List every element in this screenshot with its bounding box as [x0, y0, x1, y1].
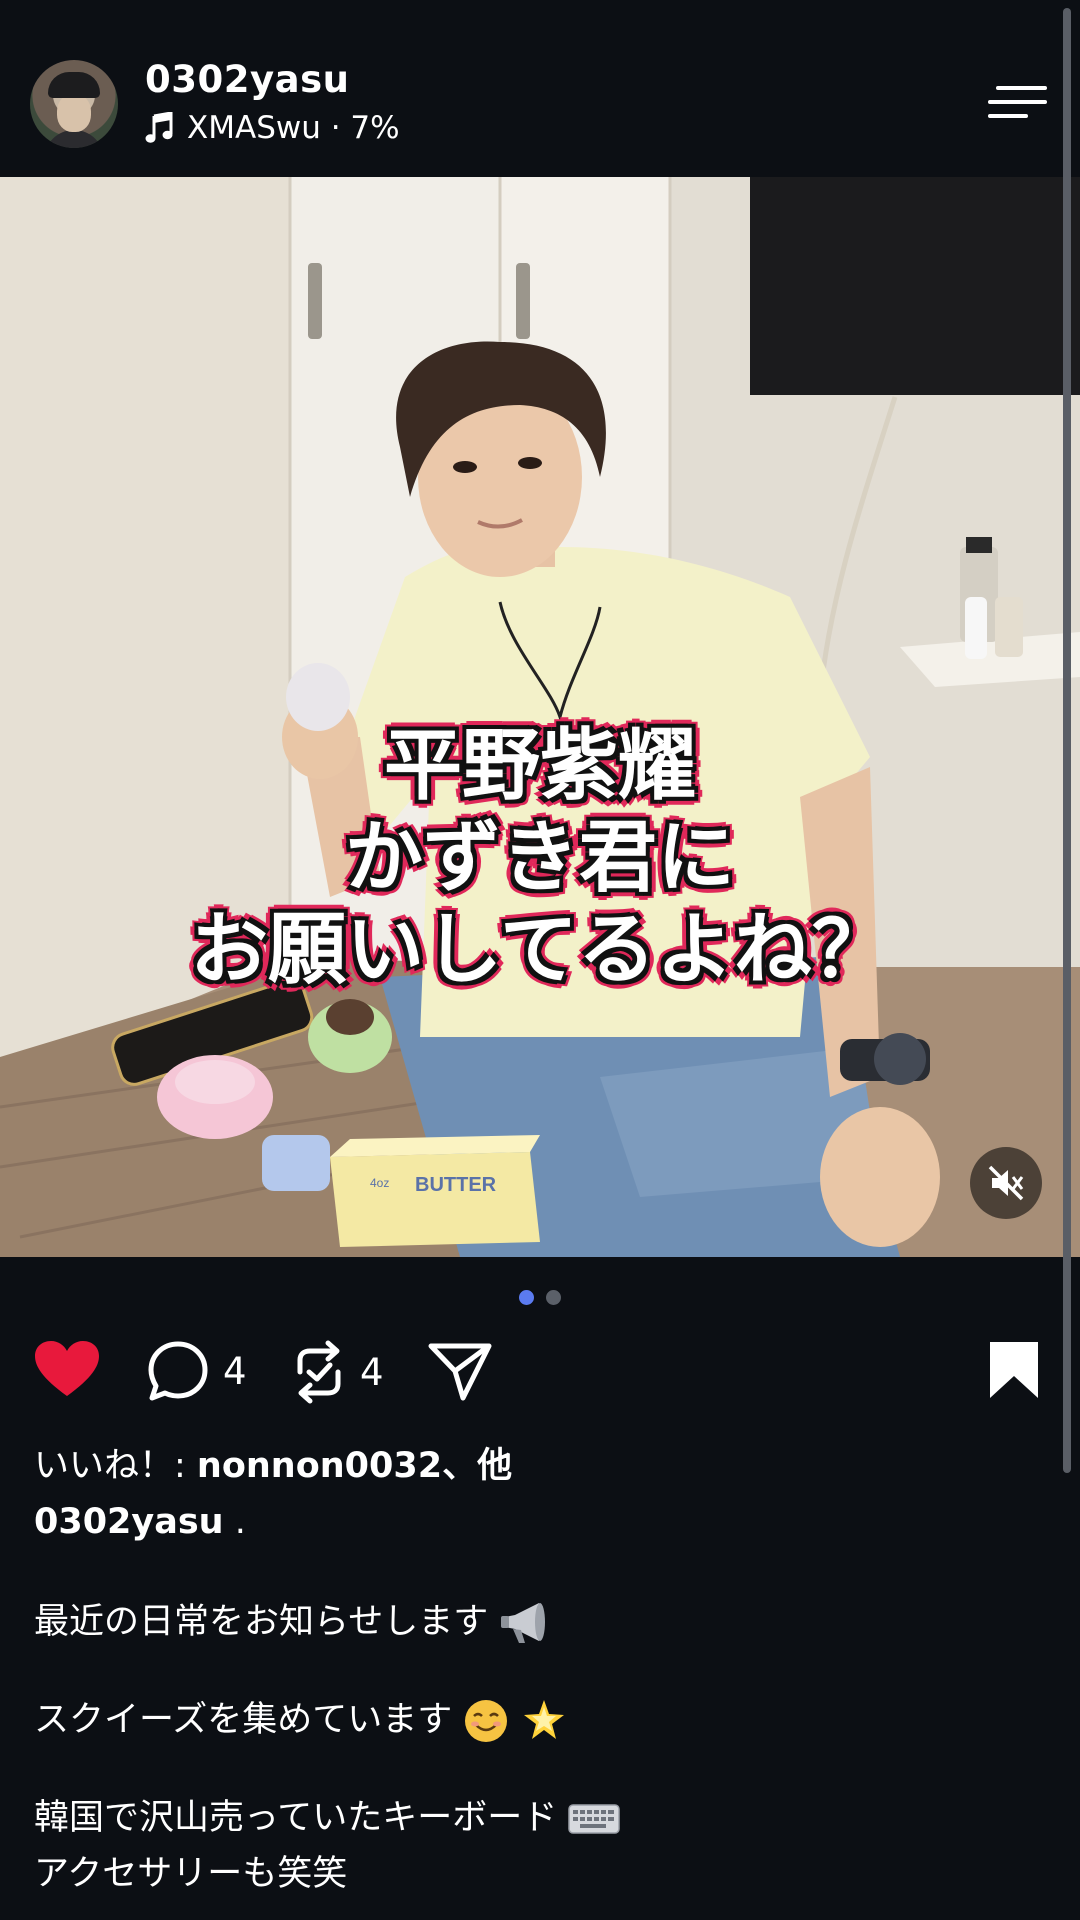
caption-line-1: 平野紫耀 — [383, 720, 696, 811]
liked-by-line[interactable]: いいね！: nonnon0032、他 — [34, 1438, 1034, 1494]
caption-line-2: かずき君に — [344, 812, 735, 904]
share-button[interactable] — [428, 1340, 492, 1402]
menu-icon[interactable] — [988, 84, 1048, 120]
post-text: いいね！: nonnon0032、他 0302yasu . 最近の日常をお知らせ… — [34, 1438, 1034, 1902]
caption-author[interactable]: 0302yasu — [34, 1502, 224, 1542]
mute-icon — [988, 1165, 1024, 1201]
mute-button[interactable] — [970, 1147, 1042, 1219]
carousel-dot — [546, 1290, 561, 1305]
music-note-icon — [145, 112, 173, 143]
liked-by-user[interactable]: nonnon0032 — [197, 1446, 442, 1486]
caption-line-text-1: 最近の日常をお知らせします — [34, 1602, 489, 1642]
comment-count: 4 — [223, 1349, 247, 1393]
avatar[interactable] — [30, 60, 118, 148]
scrollbar[interactable] — [1063, 8, 1071, 1473]
music-info[interactable]: XMASwu · 7% — [145, 110, 400, 146]
send-icon — [428, 1343, 492, 1401]
caption-line-3: お願いしてるよね？ — [190, 904, 890, 996]
action-bar: 4 4 — [0, 1340, 1080, 1410]
megaphone-icon — [501, 1603, 546, 1643]
star-icon — [523, 1700, 564, 1739]
username[interactable]: 0302yasu — [145, 58, 349, 101]
caption-paragraph-1: 最近の日常をお知らせします — [34, 1594, 1034, 1650]
bookmark-icon — [990, 1342, 1038, 1398]
carousel-dot-active — [519, 1290, 534, 1305]
smiling-face-icon — [465, 1700, 508, 1742]
heart-icon — [35, 1341, 99, 1396]
post-photo: BUTTER 4oz — [0, 177, 1080, 1257]
video-caption-overlay: 平野紫耀 かずき君に お願いしてるよね？ — [0, 720, 1080, 996]
keyboard-icon — [568, 1804, 621, 1834]
svg-text:4oz: 4oz — [370, 1176, 389, 1190]
post-media[interactable]: BUTTER 4oz 平野紫耀 かずき君に お願いしてるよね？ — [0, 177, 1080, 1257]
post-screen: 0302yasu XMASwu · 7% BUTTER 4oz 平野紫耀 かずき… — [0, 0, 1080, 1920]
author-suffix: . — [223, 1502, 246, 1542]
comment-button[interactable]: 4 — [147, 1340, 247, 1402]
likes-suffix: 、他 — [442, 1446, 513, 1486]
likes-prefix: いいね！: — [34, 1446, 197, 1486]
comment-icon — [148, 1341, 208, 1401]
svg-text:BUTTER: BUTTER — [415, 1174, 497, 1196]
caption-author-line: 0302yasu . — [34, 1494, 1034, 1550]
caption-line-text-4: アクセサリーも笑笑 — [34, 1854, 348, 1894]
caption-line-text-2: スクイーズを集めています — [34, 1700, 453, 1740]
carousel-indicator — [0, 1290, 1080, 1305]
repost-icon — [297, 1340, 341, 1404]
repost-count: 4 — [360, 1350, 384, 1394]
caption-paragraph-3: 韓国で沢山売っていたキーボード アクセサリーも笑笑 — [34, 1790, 1034, 1902]
caption-line-text-3: 韓国で沢山売っていたキーボード — [34, 1798, 558, 1838]
music-text: XMASwu · 7% — [187, 110, 400, 146]
repost-button[interactable]: 4 — [292, 1340, 384, 1404]
like-button[interactable] — [34, 1340, 100, 1398]
post-header: 0302yasu XMASwu · 7% — [0, 0, 1080, 177]
caption-paragraph-2: スクイーズを集めています — [34, 1692, 1034, 1748]
bookmark-button[interactable] — [988, 1340, 1040, 1400]
